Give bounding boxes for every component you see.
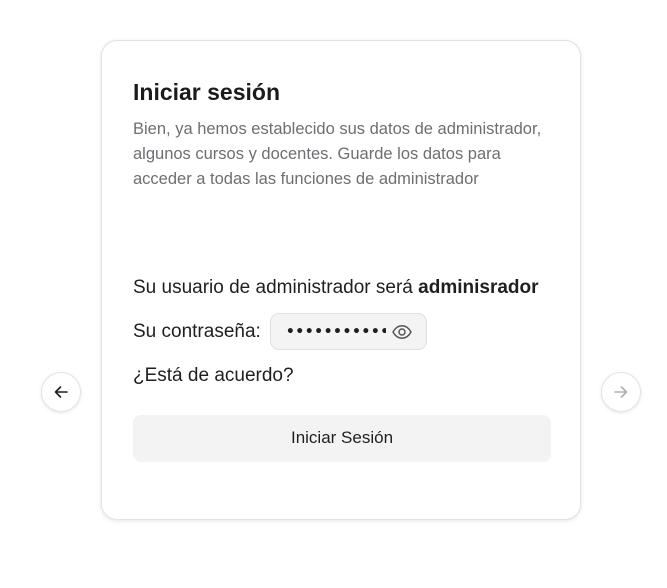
- eye-icon[interactable]: [391, 321, 413, 343]
- arrow-left-icon: [54, 386, 68, 398]
- login-button[interactable]: Iniciar Sesión: [133, 415, 551, 461]
- username-prefix: Su usuario de administrador será: [133, 277, 419, 298]
- login-card: Iniciar sesión Bien, ya hemos establecid…: [101, 40, 581, 520]
- confirmation-question: ¿Está de acuerdo?: [133, 365, 294, 386]
- password-field[interactable]: •••••••••••••: [269, 313, 427, 350]
- card-description: Bien, ya hemos establecido sus datos de …: [133, 120, 542, 188]
- arrow-right-icon: [614, 386, 628, 398]
- next-button[interactable]: [601, 372, 641, 412]
- password-masked-value: •••••••••••••: [285, 323, 386, 340]
- stage: Iniciar sesión Bien, ya hemos establecid…: [0, 0, 667, 588]
- password-label: Su contraseña:: [133, 320, 261, 342]
- password-row: Su contraseña: •••••••••••••: [133, 313, 427, 350]
- card-title: Iniciar sesión: [133, 79, 281, 105]
- username-value: adminisrador: [418, 277, 539, 298]
- username-line: Su usuario de administrador será adminis…: [133, 277, 539, 299]
- previous-button[interactable]: [41, 372, 81, 412]
